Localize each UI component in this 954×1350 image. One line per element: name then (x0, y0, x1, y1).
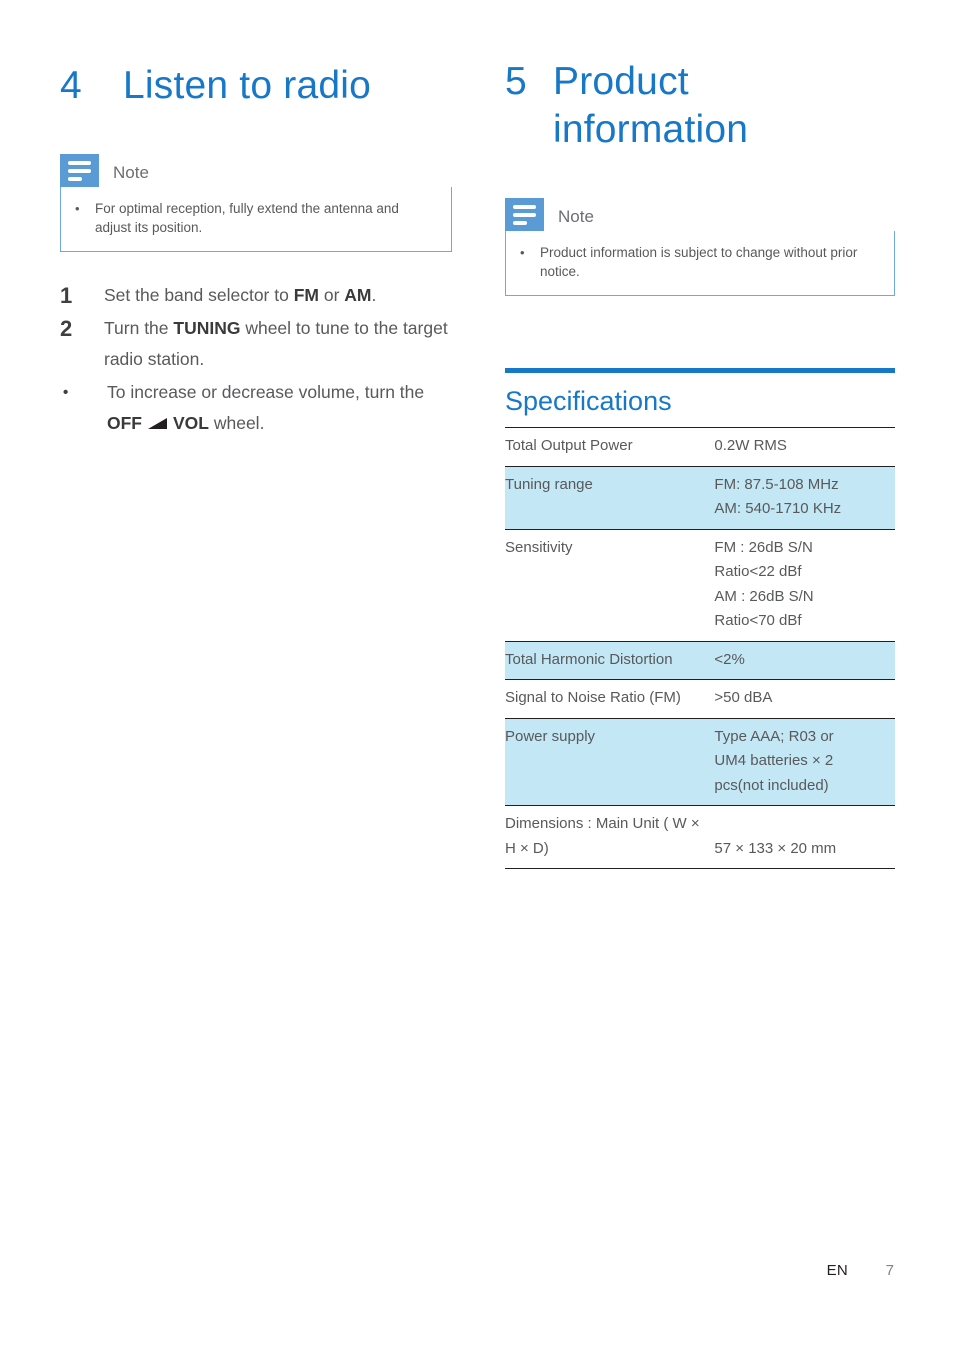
table-row: Signal to Noise Ratio (FM) >50 dBA (505, 679, 895, 718)
footer-page-number: 7 (885, 1262, 894, 1279)
note-list-item: • For optimal reception, fully extend th… (75, 199, 437, 237)
note-lines-icon (505, 198, 544, 231)
spec-key: Tuning range (505, 465, 715, 529)
note-text: For optimal reception, fully extend the … (95, 201, 399, 235)
table-row: Total Output Power 0.2W RMS (505, 427, 895, 466)
left-column: 4 Listen to radio Note • For optimal rec… (60, 58, 452, 441)
spec-value: 0.2W RMS (714, 427, 895, 466)
right-column: 5 Product information Note • Product inf… (505, 58, 895, 869)
spec-value-line: UM4 batteries × 2 (714, 752, 834, 769)
note-list-item: • Product information is subject to chan… (520, 243, 880, 281)
section-title-specifications: Specifications (505, 386, 672, 416)
specifications-table: Total Output Power 0.2W RMS Tuning range… (505, 427, 895, 869)
note-lines-icon (60, 154, 99, 187)
note-label: Note (113, 163, 149, 182)
step-text-emphasis: AM (344, 285, 372, 305)
note-callout-left: Note • For optimal reception, fully exte… (60, 154, 452, 252)
table-row: Dimensions : Main Unit ( W × H × D) 57 ×… (505, 805, 895, 869)
step-text-part: or (319, 285, 345, 305)
note-label: Note (558, 207, 594, 226)
spec-value-line: AM : 26dB S/N (714, 587, 814, 605)
spec-value: Type AAA; R03 or UM4 batteries × 2 pcs(n… (714, 717, 895, 806)
step-text-part: . (371, 285, 377, 305)
step-text-part: Turn the (104, 318, 174, 338)
bullet-glyph: • (63, 384, 69, 401)
step-text-part: wheel. (208, 413, 265, 433)
manual-page: 4 Listen to radio Note • For optimal rec… (0, 0, 954, 1350)
spec-key: Total Output Power (505, 427, 715, 466)
spec-value: >50 dBA (714, 679, 895, 718)
note-callout-right: Note • Product information is subject to… (505, 198, 895, 296)
spec-key: Power supply (505, 717, 715, 806)
spec-value-line: pcs(not included) (714, 776, 829, 794)
spec-key: Signal to Noise Ratio (FM) (505, 679, 715, 718)
chapter-title: Listen to radio (123, 64, 371, 107)
chapter-title-line-2: information (553, 108, 749, 151)
step-text: Turn the TUNING wheel to tune to the tar… (104, 313, 452, 375)
spec-value-line: 57 × 133 × 20 mm (714, 839, 837, 857)
step-text-emphasis: TUNING (173, 318, 241, 338)
step-text-emphasis: OFF (107, 413, 142, 433)
note-text: Product information is subject to change… (540, 245, 858, 279)
footer-language: EN (826, 1262, 848, 1279)
bullet-glyph: • (520, 245, 525, 260)
table-row: Total Harmonic Distortion <2% (505, 640, 895, 680)
spec-value-line: Ratio<70 dBf (714, 612, 802, 629)
step-text-part: Set the band selector to (104, 285, 294, 305)
step-1: 1 Set the band selector to FM or AM. (60, 280, 452, 311)
spec-value-line: 0.2W RMS (714, 437, 787, 454)
step-text-emphasis: FM (293, 285, 319, 305)
spec-value-line: <2% (714, 650, 745, 668)
chapter-title: Product information (553, 58, 895, 154)
step-number: 2 (60, 316, 73, 341)
spec-value: FM : 26dB S/N Ratio<22 dBf AM : 26dB S/N… (714, 528, 895, 641)
spec-value-line: Type AAA; R03 or (714, 727, 834, 745)
step-text-emphasis: VOL (173, 413, 209, 433)
spec-key: Sensitivity (505, 528, 715, 641)
note-body: • Product information is subject to chan… (505, 231, 895, 296)
spec-key: Dimensions : Main Unit ( W × H × D) (505, 805, 715, 869)
step-2: 2 Turn the TUNING wheel to tune to the t… (60, 313, 452, 375)
spec-value: FM: 87.5-108 MHz AM: 540-1710 KHz (714, 465, 895, 529)
table-row: Sensitivity FM : 26dB S/N Ratio<22 dBf A… (505, 528, 895, 641)
table-row: Power supply Type AAA; R03 or UM4 batter… (505, 717, 895, 806)
spec-value-line: Ratio<22 dBf (714, 563, 802, 580)
spec-value-line: AM: 540-1710 KHz (714, 500, 842, 517)
note-header: Note (505, 198, 895, 231)
spec-value-line: >50 dBA (714, 689, 773, 706)
chapter-heading-product-information: 5 Product information (505, 58, 895, 154)
page-footer: EN 7 (0, 1262, 954, 1279)
step-number: 1 (60, 283, 73, 308)
step-text: To increase or decrease volume, turn the… (107, 377, 452, 439)
procedure-steps: 1 Set the band selector to FM or AM. 2 T… (60, 280, 452, 439)
chapter-heading-listen-to-radio: 4 Listen to radio (60, 62, 452, 110)
chapter-number: 4 (60, 64, 82, 107)
step-text-part: To increase or decrease volume, turn the (107, 382, 425, 402)
chapter-number: 5 (505, 60, 527, 103)
step-text: Set the band selector to FM or AM. (104, 280, 452, 311)
bullet-glyph: • (75, 201, 80, 216)
table-row: Tuning range FM: 87.5-108 MHz AM: 540-17… (505, 465, 895, 529)
volume-ramp-icon (147, 409, 168, 429)
step-bullet-volume: • To increase or decrease volume, turn t… (60, 377, 452, 439)
note-header: Note (60, 154, 452, 187)
spec-value: 57 × 133 × 20 mm (714, 805, 895, 869)
spec-value-line: FM : 26dB S/N (714, 538, 813, 556)
chapter-title-line-1: Product (553, 60, 689, 103)
note-body: • For optimal reception, fully extend th… (60, 187, 452, 252)
spec-key: Total Harmonic Distortion (505, 640, 715, 680)
spec-value-line: FM: 87.5-108 MHz (714, 475, 839, 493)
spec-value: <2% (714, 640, 895, 680)
